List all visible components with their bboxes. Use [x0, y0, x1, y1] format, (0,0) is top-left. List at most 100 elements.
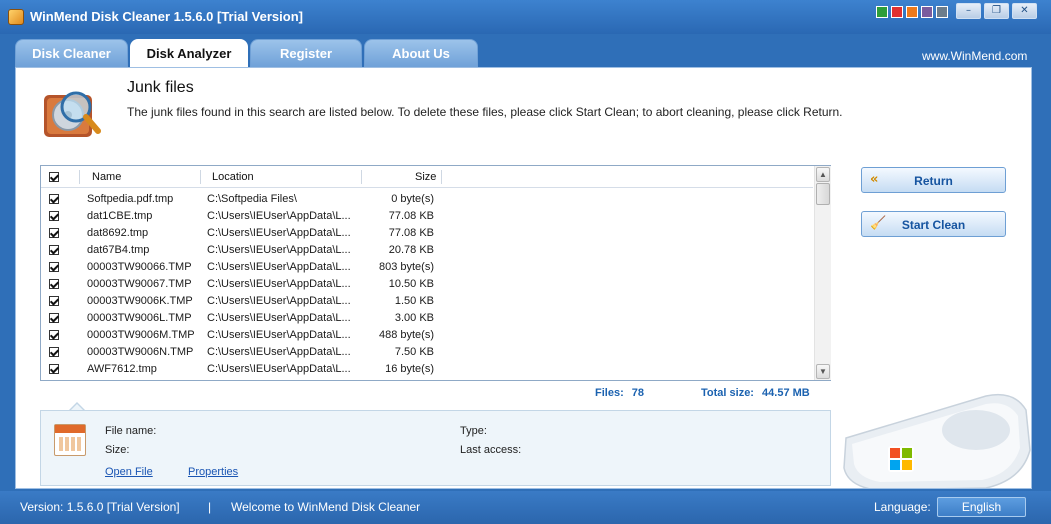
file-name-label: File name:	[105, 425, 157, 437]
website-link[interactable]: www.WinMend.com	[922, 49, 1027, 63]
file-size-cell: 77.08 KB	[388, 227, 434, 239]
row-checkbox[interactable]	[49, 313, 59, 323]
table-row[interactable]: dat1CBE.tmp C:\Users\IEUser\AppData\L... 7…	[41, 208, 813, 225]
skin-red[interactable]	[891, 6, 903, 18]
table-row[interactable]: dat8692.tmp C:\Users\IEUser\AppData\L... 7…	[41, 225, 813, 242]
language-label: Language:	[874, 500, 931, 514]
file-name-cell: Softpedia.pdf.tmp	[87, 193, 174, 205]
file-location-cell: C:\Softpedia Files\	[207, 193, 297, 205]
file-name-cell: dat67B4.tmp	[87, 244, 150, 256]
file-name-cell: 00003TW9006L.TMP	[87, 312, 192, 324]
title-bar: WinMend Disk Cleaner 1.5.6.0 [Trial Vers…	[0, 0, 1051, 34]
row-checkbox[interactable]	[49, 279, 59, 289]
file-location-cell: C:\Users\IEUser\AppData\L...	[207, 295, 351, 307]
column-header-name[interactable]: Name	[92, 166, 121, 188]
table-row[interactable]: 00003TW90067.TMP C:\Users\IEUser\AppData\…	[41, 276, 813, 293]
file-size-cell: 77.08 KB	[388, 210, 434, 222]
table-row[interactable]: 00003TW9006L.TMP C:\Users\IEUser\AppData\…	[41, 310, 813, 327]
file-name-cell: 00003TW90067.TMP	[87, 278, 192, 290]
file-size-cell: 803 byte(s)	[378, 261, 434, 273]
type-label: Type:	[460, 425, 487, 437]
table-row[interactable]: dat67B4.tmp C:\Users\IEUser\AppData\L... 2…	[41, 242, 813, 259]
start-clean-label: Start Clean	[901, 218, 966, 232]
files-count: Files: 78	[595, 387, 644, 399]
tab-disk-analyzer[interactable]: Disk Analyzer	[130, 39, 248, 68]
table-row[interactable]: 00003TW9006M.TMP C:\Users\IEUser\AppData\…	[41, 327, 813, 344]
close-button[interactable]: ✕	[1012, 3, 1037, 19]
file-location-cell: C:\Users\IEUser\AppData\L...	[207, 244, 351, 256]
minimize-button[interactable]: –	[956, 3, 981, 19]
files-count-label: Files:	[595, 387, 624, 399]
disk-magnifier-icon	[44, 91, 101, 137]
file-location-cell: C:\Users\IEUser\AppData\L...	[207, 329, 351, 341]
file-size-cell: 7.50 KB	[394, 346, 434, 358]
skin-purple[interactable]	[921, 6, 933, 18]
table-row[interactable]: 00003TW9006K.TMP C:\Users\IEUser\AppData\…	[41, 293, 813, 310]
page-title: Junk files	[127, 79, 194, 96]
file-location-cell: C:\Users\IEUser\AppData\L...	[207, 278, 351, 290]
files-count-value: 78	[631, 387, 645, 399]
row-checkbox[interactable]	[49, 330, 59, 340]
total-size: Total size: 44.57 MB	[701, 387, 810, 399]
skin-orange[interactable]	[906, 6, 918, 18]
version-text: Version: 1.5.6.0 [Trial Version]	[20, 500, 180, 514]
table-row[interactable]: 00003TW9006N.TMP C:\Users\IEUser\AppData\…	[41, 344, 813, 361]
column-separator	[200, 170, 201, 184]
properties-link[interactable]: Properties	[188, 466, 238, 478]
file-name-cell: 00003TW9006K.TMP	[87, 295, 193, 307]
language-selector[interactable]: English	[937, 497, 1026, 517]
table-row[interactable]: Softpedia.pdf.tmp C:\Softpedia Files\ 0 by…	[41, 191, 813, 208]
table-row[interactable]: 00003TW90066.TMP C:\Users\IEUser\AppData\…	[41, 259, 813, 276]
file-size-cell: 3.00 KB	[394, 312, 434, 324]
file-name-cell: 00003TW90066.TMP	[87, 261, 192, 273]
skin-selector	[876, 6, 948, 18]
row-checkbox[interactable]	[49, 245, 59, 255]
row-checkbox[interactable]	[49, 364, 59, 374]
file-location-cell: C:\Users\IEUser\AppData\L...	[207, 210, 351, 222]
row-checkbox[interactable]	[49, 228, 59, 238]
open-file-link[interactable]: Open File	[105, 466, 153, 478]
file-size-cell: 10.50 KB	[388, 278, 434, 290]
file-size-cell: 0 byte(s)	[391, 193, 434, 205]
select-all-checkbox[interactable]	[49, 172, 59, 182]
scroll-up-arrow-icon[interactable]: ▲	[816, 167, 830, 182]
window-title: WinMend Disk Cleaner 1.5.6.0 [Trial Vers…	[30, 9, 303, 24]
tab-about-us[interactable]: About Us	[364, 39, 478, 67]
column-separator	[79, 170, 80, 184]
list-scrollbar[interactable]: ▲ ▼	[814, 166, 831, 380]
file-location-cell: C:\Users\IEUser\AppData\L...	[207, 227, 351, 239]
restore-button[interactable]: ❐	[984, 3, 1009, 19]
file-details-panel: File name: Size: Type: Last access: Open…	[40, 410, 831, 486]
column-header-size[interactable]: Size	[415, 166, 436, 188]
row-checkbox[interactable]	[49, 194, 59, 204]
file-name-cell: dat1CBE.tmp	[87, 210, 153, 222]
return-button[interactable]: « Return	[861, 167, 1006, 193]
status-separator: |	[208, 500, 212, 514]
table-row[interactable]: AWF7612.tmp C:\Users\IEUser\AppData\L... 1…	[41, 361, 813, 378]
file-size-cell: 20.78 KB	[388, 244, 434, 256]
skin-green[interactable]	[876, 6, 888, 18]
welcome-text: Welcome to WinMend Disk Cleaner	[231, 500, 421, 514]
tab-register[interactable]: Register	[250, 39, 362, 67]
file-name-cell: AWF7612.tmp	[87, 363, 157, 375]
skin-gray[interactable]	[936, 6, 948, 18]
file-name-cell: 00003TW9006M.TMP	[87, 329, 195, 341]
app-icon	[8, 9, 24, 25]
file-size-cell: 488 byte(s)	[378, 329, 434, 341]
junk-file-list: Name Location Size Softpedia.pdf.tmp C:\S…	[40, 165, 831, 381]
total-size-value: 44.57 MB	[762, 387, 810, 399]
row-checkbox[interactable]	[49, 296, 59, 306]
column-header-location[interactable]: Location	[212, 166, 254, 188]
return-label: Return	[914, 174, 953, 188]
file-location-cell: C:\Users\IEUser\AppData\L...	[207, 346, 351, 358]
scroll-thumb[interactable]	[816, 183, 830, 205]
tab-disk-cleaner[interactable]: Disk Cleaner	[15, 39, 128, 67]
start-clean-button[interactable]: 🧹 Start Clean	[861, 211, 1006, 237]
scroll-down-arrow-icon[interactable]: ▼	[816, 364, 830, 379]
row-checkbox[interactable]	[49, 262, 59, 272]
last-access-label: Last access:	[460, 444, 522, 456]
row-checkbox[interactable]	[49, 347, 59, 357]
file-location-cell: C:\Users\IEUser\AppData\L...	[207, 363, 351, 375]
column-separator	[361, 170, 362, 184]
row-checkbox[interactable]	[49, 211, 59, 221]
